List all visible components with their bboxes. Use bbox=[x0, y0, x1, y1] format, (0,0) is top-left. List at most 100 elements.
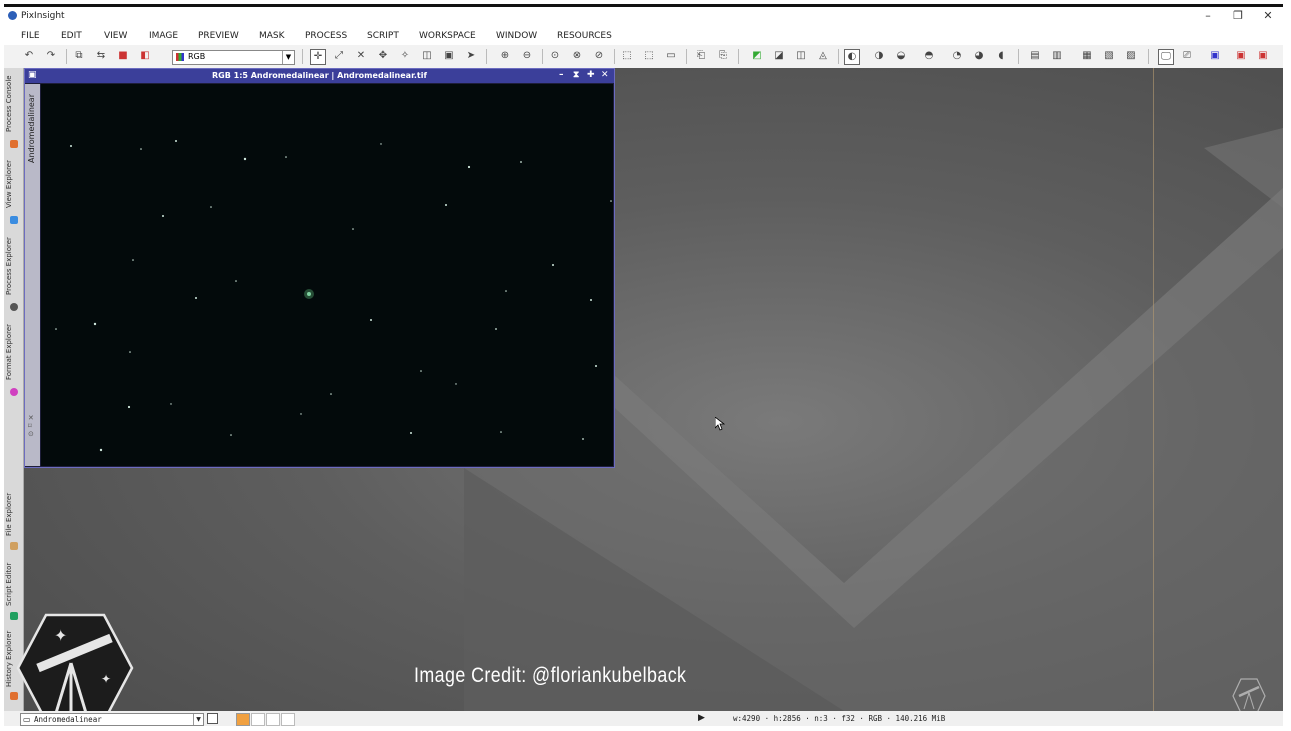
zoom-in-icon[interactable]: ⊕ bbox=[498, 49, 512, 63]
zoom-window-icon[interactable]: ⊘ bbox=[592, 49, 606, 63]
view-id-tab[interactable]: Andromedalinear ✕ ⌑ ⊙ bbox=[25, 84, 40, 466]
gear-icon bbox=[10, 303, 18, 311]
menu-script[interactable]: SCRIPT bbox=[367, 31, 399, 41]
fit-window-icon[interactable]: ⬚ bbox=[642, 49, 656, 63]
menu-mask[interactable]: MASK bbox=[259, 31, 285, 41]
layout2-icon[interactable]: ▧ bbox=[1102, 49, 1116, 63]
menu-file[interactable]: FILE bbox=[21, 31, 40, 41]
rgb-channel-select[interactable]: RGB ▼ bbox=[172, 50, 295, 65]
swatch-white-button[interactable] bbox=[266, 713, 280, 726]
readout-mode-icon[interactable]: ✛ bbox=[310, 49, 326, 65]
image-window[interactable]: ▣ RGB 1:5 Andromedalinear | Andromedalin… bbox=[24, 68, 615, 468]
flip-icon[interactable]: ⎘ bbox=[716, 49, 730, 63]
workspace2-icon[interactable]: ▣ bbox=[1234, 49, 1248, 63]
minimize-icon[interactable]: – bbox=[559, 70, 564, 80]
format-explorer-icon bbox=[10, 388, 18, 396]
zoom-out-icon[interactable]: ⊖ bbox=[520, 49, 534, 63]
tab-process-explorer[interactable]: Process Explorer bbox=[5, 230, 22, 302]
swatch-white-button[interactable] bbox=[281, 713, 295, 726]
monitor2-icon[interactable]: ⎚ bbox=[1180, 49, 1194, 63]
tab-view-explorer[interactable]: View Explorer bbox=[5, 154, 22, 214]
status-bar: ▭ Andromedalinear ▼ ▶ w:4290 · h:2856 · … bbox=[4, 711, 1283, 726]
swap-icon[interactable]: ⇆ bbox=[94, 49, 108, 63]
play-icon[interactable]: ▶ bbox=[698, 713, 705, 723]
channel-b-icon[interactable]: ◖ bbox=[994, 49, 1008, 63]
redo-icon[interactable]: ↷ bbox=[44, 49, 58, 63]
workspace3-icon[interactable]: ▣ bbox=[1256, 49, 1270, 63]
zoom-mode-icon[interactable]: ⤢ bbox=[332, 49, 346, 63]
mask-show-icon[interactable]: ◪ bbox=[772, 49, 786, 63]
view-id-label: Andromedalinear bbox=[27, 94, 36, 163]
toolbar-separator bbox=[486, 49, 487, 64]
explorer2-icon[interactable]: ▥ bbox=[1050, 49, 1064, 63]
duplicate-icon[interactable]: ⧉ bbox=[72, 49, 86, 63]
view-selector-value: Andromedalinear bbox=[34, 715, 102, 724]
menu-view[interactable]: VIEW bbox=[104, 31, 127, 41]
menu-window[interactable]: WINDOW bbox=[496, 31, 537, 41]
image-window-title: RGB 1:5 Andromedalinear | Andromedalinea… bbox=[212, 71, 427, 80]
color-icon[interactable]: ■ bbox=[116, 49, 130, 63]
image-credit-overlay: Image Credit: @floriankubelback bbox=[414, 664, 687, 687]
pointer-icon[interactable]: ➤ bbox=[464, 49, 478, 63]
menu-bar: FILE EDIT VIEW IMAGE PREVIEW MASK PROCES… bbox=[4, 27, 1283, 45]
toolbar: ↶ ↷ ⧉ ⇆ ■ ◧ RGB ▼ ✛ ⤢ ✕ ✥ ✧ ◫ ▣ ➤ ⊕ ⊖ ⊙ … bbox=[4, 45, 1283, 69]
svg-text:✦: ✦ bbox=[54, 626, 67, 645]
rotate-icon[interactable]: ⎗ bbox=[694, 49, 708, 63]
stf-link-icon[interactable]: ◓ bbox=[922, 49, 936, 63]
menu-workspace[interactable]: WORKSPACE bbox=[419, 31, 476, 41]
mask-icon[interactable]: ◩ bbox=[750, 49, 764, 63]
view-tools-icon[interactable]: ✕ ⌑ ⊙ bbox=[28, 414, 34, 438]
close-icon[interactable]: ✕ bbox=[601, 70, 609, 80]
layout3-icon[interactable]: ▨ bbox=[1124, 49, 1138, 63]
swatch-orange-button[interactable] bbox=[236, 713, 250, 726]
tab-file-explorer[interactable]: File Explorer bbox=[5, 488, 22, 540]
mask-remove-icon[interactable]: ◬ bbox=[816, 49, 830, 63]
window-icon[interactable]: ▭ bbox=[664, 49, 678, 63]
view-icon: ▭ bbox=[23, 715, 31, 724]
view-selector[interactable]: ▭ Andromedalinear ▼ bbox=[20, 713, 204, 726]
channel-g-icon[interactable]: ◕ bbox=[972, 49, 986, 63]
shade-icon[interactable]: ⧗ bbox=[573, 70, 579, 80]
channel-icon[interactable]: ◧ bbox=[138, 49, 152, 63]
layout1-icon[interactable]: ▦ bbox=[1080, 49, 1094, 63]
image-canvas[interactable] bbox=[41, 84, 613, 466]
pan-mode-icon[interactable]: ✕ bbox=[354, 49, 368, 63]
close-button[interactable]: ✕ bbox=[1258, 9, 1278, 22]
swatch-white-button[interactable] bbox=[251, 713, 265, 726]
fit-view-icon[interactable]: ⬚ bbox=[620, 49, 634, 63]
stf-icon[interactable]: ◐ bbox=[844, 49, 860, 65]
menu-preview[interactable]: PREVIEW bbox=[198, 31, 239, 41]
toolbar-separator bbox=[614, 49, 615, 64]
star-field bbox=[55, 140, 612, 452]
workspace1-icon[interactable]: ▣ bbox=[1208, 49, 1222, 63]
move-icon[interactable]: ✧ bbox=[398, 49, 412, 63]
toolbar-separator bbox=[1148, 49, 1149, 64]
undo-icon[interactable]: ↶ bbox=[22, 49, 36, 63]
edit-preview-icon[interactable]: ▣ bbox=[442, 49, 456, 63]
tab-format-explorer[interactable]: Format Explorer bbox=[5, 318, 22, 386]
center-mode-icon[interactable]: ✥ bbox=[376, 49, 390, 63]
stf-auto-icon[interactable]: ◑ bbox=[872, 49, 886, 63]
mask-invert-icon[interactable]: ◫ bbox=[794, 49, 808, 63]
app-title: PixInsight bbox=[21, 11, 65, 21]
zoom-1-1-icon[interactable]: ⊗ bbox=[570, 49, 584, 63]
channel-r-icon[interactable]: ◔ bbox=[950, 49, 964, 63]
zoom-fit-icon[interactable]: ⊙ bbox=[548, 49, 562, 63]
restore-button[interactable]: ❐ bbox=[1228, 9, 1248, 22]
stf-reset-icon[interactable]: ◒ bbox=[894, 49, 908, 63]
tab-process-console[interactable]: Process Console bbox=[5, 70, 22, 138]
view-mode-button[interactable] bbox=[207, 713, 218, 724]
menu-process[interactable]: PROCESS bbox=[305, 31, 347, 41]
chevron-down-icon: ▼ bbox=[193, 714, 203, 725]
menu-image[interactable]: IMAGE bbox=[149, 31, 178, 41]
preview-icon[interactable]: ◫ bbox=[420, 49, 434, 63]
image-window-titlebar[interactable]: ▣ RGB 1:5 Andromedalinear | Andromedalin… bbox=[25, 69, 614, 83]
tab-script-editor[interactable]: Script Editor bbox=[5, 558, 22, 610]
explorer-icon[interactable]: ▤ bbox=[1028, 49, 1042, 63]
menu-resources[interactable]: RESOURCES bbox=[557, 31, 612, 41]
menu-edit[interactable]: EDIT bbox=[61, 31, 82, 41]
maximize-icon[interactable]: ✚ bbox=[587, 70, 595, 80]
minimize-button[interactable]: – bbox=[1198, 9, 1218, 22]
chevron-down-icon: ▼ bbox=[282, 51, 294, 64]
monitor-icon[interactable]: 🖵 bbox=[1158, 49, 1174, 65]
